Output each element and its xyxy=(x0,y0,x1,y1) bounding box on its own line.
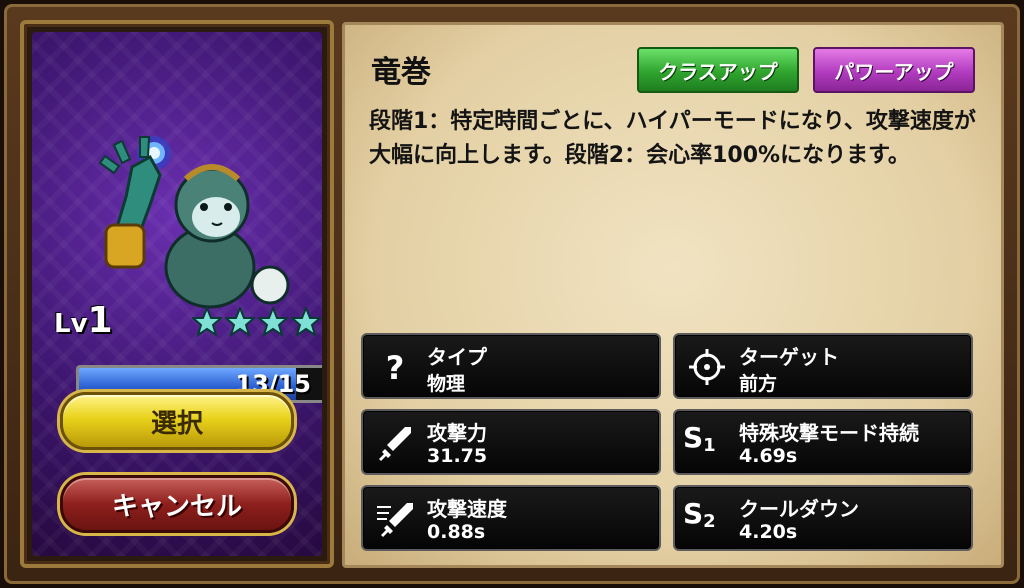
star-icon xyxy=(225,307,255,337)
stat-type: ? タイプ 物理 xyxy=(361,333,661,399)
star-icon xyxy=(291,307,321,337)
stat-cooldown: S2 クールダウン 4.20s xyxy=(673,485,973,551)
stat-attack: 攻撃力 31.75 xyxy=(361,409,661,475)
svg-text:?: ? xyxy=(386,349,405,387)
star-icon xyxy=(192,307,222,337)
hero-level: Lv1 xyxy=(54,300,113,341)
stat-label: 特殊攻撃モード持続 xyxy=(739,421,919,445)
cancel-button[interactable]: キャンセル xyxy=(60,475,294,533)
skill-description: 段階1：特定時間ごとに、ハイパーモードになり、攻撃速度が大幅に向上します。段階2… xyxy=(369,109,976,169)
stat-special-duration: S1 特殊攻撃モード持続 4.69s xyxy=(673,409,973,475)
question-icon: ? xyxy=(386,349,405,387)
s1-icon: S1 xyxy=(683,421,716,456)
class-up-button[interactable]: クラスアップ xyxy=(637,47,799,93)
skill-panel: 竜巻 クラスアップ パワーアップ 段階1：特定時間ごとに、ハイパーモードになり、… xyxy=(342,22,1004,568)
stat-attack-speed: 攻撃速度 0.88s xyxy=(361,485,661,551)
stat-label: 攻撃速度 xyxy=(427,497,507,521)
stat-value: 0.88s xyxy=(427,521,486,543)
stat-label: タイプ xyxy=(427,345,487,369)
level-prefix: Lv xyxy=(54,309,88,339)
s2-icon: S2 xyxy=(683,497,716,532)
power-up-button[interactable]: パワーアップ xyxy=(813,47,975,93)
hero-card: Lv1 13/15 選択 キャンセル xyxy=(20,20,334,568)
stat-value: 4.20s xyxy=(739,521,798,543)
stat-label: ターゲット xyxy=(739,345,839,369)
skill-name: 竜巻 xyxy=(371,55,431,90)
hero-portrait xyxy=(98,136,290,309)
stat-value: 物理 xyxy=(427,373,466,395)
stat-value: 31.75 xyxy=(427,445,488,467)
stat-value: 4.69s xyxy=(739,445,798,467)
stat-label: クールダウン xyxy=(739,497,859,521)
stat-label: 攻撃力 xyxy=(427,421,487,445)
select-button[interactable]: 選択 xyxy=(60,392,294,450)
fast-sword-icon xyxy=(377,503,413,537)
star-rating xyxy=(192,307,321,337)
stat-value: 前方 xyxy=(739,373,778,395)
star-icon xyxy=(258,307,288,337)
level-number: 1 xyxy=(87,300,113,341)
sword-icon xyxy=(379,427,411,461)
crosshair-icon xyxy=(689,349,725,385)
stat-target: ターゲット 前方 xyxy=(673,333,973,399)
